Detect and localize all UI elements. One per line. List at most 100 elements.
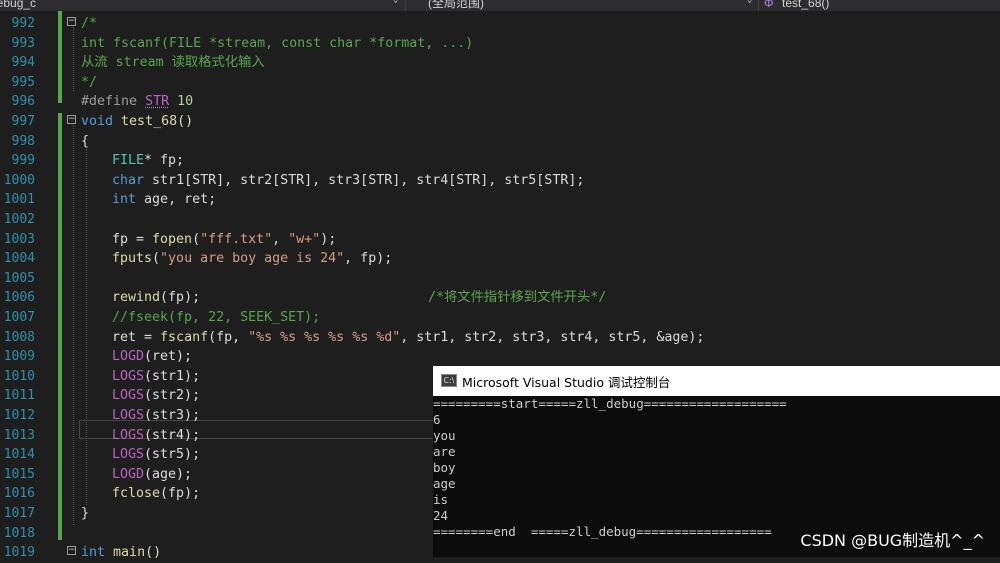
macro-call: LOGS: [112, 427, 145, 443]
function-name: fscanf: [160, 329, 209, 345]
line-number: 1003: [3, 231, 35, 247]
line-number: 996: [11, 94, 35, 110]
code-line-1006[interactable]: rewind(fp);: [112, 288, 200, 308]
code-line-1004[interactable]: fputs("you are boy age is 24", fp);: [112, 249, 392, 269]
code-text: * fp;: [144, 153, 185, 169]
macro-name: STR: [145, 94, 170, 110]
code-text: (: [152, 251, 161, 267]
line-number: 995: [11, 74, 35, 90]
line-number: 1000: [3, 172, 35, 188]
keyword: int: [81, 545, 106, 561]
line-number: 1016: [3, 486, 35, 502]
code-line-1010[interactable]: LOGS(str1);: [112, 367, 200, 387]
preprocessor-keyword: #define: [81, 94, 138, 110]
function-icon: Φ: [764, 0, 774, 10]
project-combo[interactable]: debug_c: [0, 0, 36, 10]
console-line: =========start=====zll_debug============…: [433, 396, 787, 411]
code-line-993[interactable]: int fscanf(FILE *stream, const char *for…: [81, 34, 473, 54]
code-line-1011[interactable]: LOGS(str2);: [112, 386, 200, 406]
code-line-1014[interactable]: LOGS(str5);: [112, 445, 200, 465]
code-text: );: [320, 231, 337, 247]
code-text: (fp);: [160, 290, 201, 306]
line-number: 1012: [3, 408, 35, 423]
function-name: main: [113, 545, 146, 561]
console-line: 6: [433, 412, 441, 427]
code-line-995[interactable]: */: [81, 73, 97, 93]
console-line: 24: [433, 508, 449, 523]
macro-call: LOGD: [112, 349, 145, 365]
watermark: CSDN @BUG制造机^_^: [800, 531, 985, 550]
line-number: 1002: [3, 212, 35, 227]
code-text: (): [177, 114, 194, 129]
macro-call: LOGS: [112, 368, 145, 384]
line-number: 1001: [3, 192, 35, 208]
code-text: (ret);: [144, 349, 193, 365]
code-line-1001[interactable]: int age, ret;: [112, 190, 216, 210]
code-text: (str2);: [144, 388, 201, 404]
line-number: 1014: [3, 447, 35, 463]
code-text: , str1, str2, str3, str4, str5, &age);: [400, 329, 705, 345]
code-line-1015[interactable]: LOGD(age);: [112, 465, 192, 485]
line-number: 1017: [3, 506, 35, 521]
code-line-1012[interactable]: LOGS(str3);: [112, 406, 200, 426]
keyword: char: [112, 172, 145, 188]
line-number: 1010: [3, 368, 35, 384]
code-line-996[interactable]: #define STR 10: [81, 92, 193, 112]
code-line-1009[interactable]: LOGD(ret);: [112, 347, 192, 367]
function-name: fopen: [152, 231, 193, 247]
divider: [758, 0, 759, 11]
console-line: boy: [433, 460, 456, 475]
chevron-down-icon[interactable]: ⌄: [393, 0, 398, 5]
string-literal: "fff.txt": [200, 231, 273, 247]
line-number: 1015: [3, 466, 35, 482]
code-text: (str5);: [144, 447, 201, 463]
number-literal: 10: [177, 94, 194, 110]
code-line-1016[interactable]: fclose(fp);: [112, 484, 200, 504]
code-line-1008[interactable]: ret = fscanf(fp, "%s %s %s %s %s %d", st…: [112, 328, 704, 348]
line-number: 1007: [3, 310, 35, 325]
navigation-bar: debug_c ⌄ (全局范围) ⌄ Φ test_68(): [0, 0, 1000, 11]
code-text: (fp,: [208, 329, 249, 345]
macro-call: LOGS: [112, 388, 145, 404]
console-title: Microsoft Visual Studio 调试控制台: [462, 375, 671, 390]
code-comment[interactable]: /*将文件指针移到文件开头*/: [428, 288, 606, 308]
string-literal: "w+": [288, 231, 321, 247]
code-line-999[interactable]: FILE* fp;: [112, 151, 184, 171]
code-line-997[interactable]: void test_68(): [81, 112, 193, 132]
code-line-1017[interactable]: }: [81, 504, 89, 524]
line-number: 1019: [3, 545, 35, 561]
code-text: (str3);: [144, 408, 201, 423]
console-title-bar[interactable]: C:\ Microsoft Visual Studio 调试控制台: [433, 366, 1000, 396]
string-literal: "you are boy age is 24": [160, 251, 345, 267]
code-line-1007[interactable]: //fseek(fp, 22, SEEK_SET);: [112, 308, 320, 328]
code-line-1003[interactable]: fp = fopen("fff.txt", "w+");: [112, 230, 336, 250]
line-number: 1005: [3, 270, 35, 286]
member-combo[interactable]: test_68(): [782, 0, 829, 10]
macro-call: LOGD: [112, 466, 145, 482]
code-text: age, ret;: [144, 192, 217, 208]
scope-combo[interactable]: (全局范围): [428, 0, 484, 10]
code-line-994[interactable]: 从流 stream 读取格式化输入: [81, 53, 265, 73]
code-text: ,: [272, 231, 289, 247]
line-number: 1018: [3, 525, 35, 541]
code-line-1019[interactable]: int main(): [81, 543, 161, 563]
keyword: int: [112, 192, 137, 208]
string-literal: "%s %s %s %s %s %d": [248, 329, 401, 345]
line-number: 1013: [3, 427, 35, 443]
code-text: (: [192, 231, 201, 247]
code-text: (str1);: [144, 368, 201, 384]
code-line-1013[interactable]: LOGS(str4);: [112, 426, 200, 446]
code-line-1000[interactable]: char str1[STR], str2[STR], str3[STR], st…: [112, 171, 584, 191]
code-text: str1[STR], str2[STR], str3[STR], str4[ST…: [152, 172, 585, 188]
line-number: 993: [11, 35, 35, 51]
console-line: ========end =====zll_debug==============…: [433, 524, 772, 539]
function-name: rewind: [112, 290, 161, 306]
code-line-998[interactable]: {: [81, 132, 89, 152]
console-line: age: [433, 476, 456, 491]
console-app-icon: C:\: [441, 374, 457, 387]
chevron-down-icon[interactable]: ⌄: [747, 0, 752, 5]
function-name: test_68: [121, 114, 178, 129]
divider: [405, 0, 406, 11]
code-line-992[interactable]: /*: [81, 14, 97, 34]
line-number: 1009: [3, 349, 35, 365]
